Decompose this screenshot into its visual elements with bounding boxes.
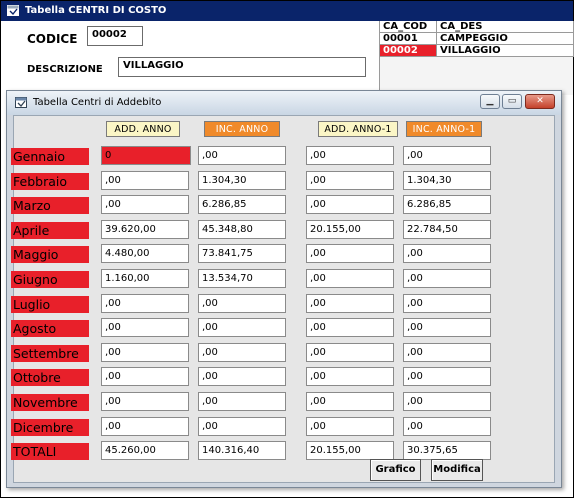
inc-anno-field[interactable]: 1.304,30 bbox=[198, 171, 286, 190]
inc-anno-1-field[interactable]: ,00 bbox=[403, 318, 491, 337]
grafico-button[interactable]: Grafico bbox=[370, 459, 421, 481]
add-anno-1-field[interactable]: ,00 bbox=[306, 294, 394, 313]
add-anno-1-field[interactable]: ,00 bbox=[306, 318, 394, 337]
grid-cell-cod[interactable]: 00001 bbox=[380, 33, 437, 45]
maximize-button[interactable]: ▭ bbox=[502, 94, 522, 109]
grid-cell-des[interactable]: CAMPEGGIO bbox=[437, 33, 574, 45]
add-anno-field[interactable]: ,00 bbox=[101, 171, 189, 190]
month-label: Luglio bbox=[11, 296, 89, 313]
add-anno-1-field[interactable]: 20.155,00 bbox=[306, 220, 394, 239]
inc-anno-field[interactable]: 45.348,80 bbox=[198, 220, 286, 239]
month-label: Giugno bbox=[11, 271, 89, 288]
add-anno-field[interactable]: ,00 bbox=[101, 392, 189, 411]
add-anno-1-field[interactable]: 20.155,00 bbox=[306, 441, 394, 460]
grid-header-row: CA_COD CA_DES bbox=[380, 21, 574, 33]
inc-anno-field[interactable]: ,00 bbox=[198, 367, 286, 386]
close-button[interactable]: ✕ bbox=[525, 94, 555, 109]
inc-anno-1-field[interactable]: ,00 bbox=[403, 269, 491, 288]
window-title: Tabella CENTRI DI COSTO bbox=[25, 5, 167, 16]
inc-anno-field[interactable]: 13.534,70 bbox=[198, 269, 286, 288]
add-anno-field[interactable]: ,00 bbox=[101, 343, 189, 362]
inc-anno-field[interactable]: 73.841,75 bbox=[198, 244, 286, 263]
header-inc-anno: INC. ANNO bbox=[204, 121, 280, 137]
month-label: Maggio bbox=[11, 246, 89, 263]
inc-anno-field[interactable]: 6.286,85 bbox=[198, 195, 286, 214]
window-icon bbox=[15, 97, 27, 108]
maximize-icon: ▭ bbox=[507, 96, 517, 106]
codice-field[interactable]: 00002 bbox=[87, 26, 143, 46]
add-anno-field[interactable]: 4.480,00 bbox=[101, 244, 189, 263]
table-row[interactable]: 00001 CAMPEGGIO bbox=[380, 33, 574, 45]
centri-di-addebito-title-bar[interactable]: Tabella Centri di Addebito ▁ ▭ ✕ bbox=[7, 91, 561, 115]
descrizione-field[interactable]: VILLAGGIO bbox=[118, 57, 366, 77]
add-anno-1-field[interactable]: ,00 bbox=[306, 367, 394, 386]
month-label: Gennaio bbox=[11, 148, 89, 165]
month-label: Agosto bbox=[11, 320, 89, 337]
table-row-selected[interactable]: 00002 VILLAGGIO bbox=[380, 45, 574, 57]
inc-anno-field[interactable]: ,00 bbox=[198, 343, 286, 362]
inc-anno-field[interactable]: ,00 bbox=[198, 146, 286, 165]
inc-anno-1-field[interactable]: 6.286,85 bbox=[403, 195, 491, 214]
inc-anno-field[interactable]: ,00 bbox=[198, 294, 286, 313]
inc-anno-1-field[interactable]: ,00 bbox=[403, 294, 491, 313]
header-add-anno: ADD. ANNO bbox=[106, 121, 180, 137]
month-label: TOTALI bbox=[11, 443, 89, 460]
codice-label: CODICE bbox=[27, 32, 78, 46]
inc-anno-1-field[interactable]: ,00 bbox=[403, 343, 491, 362]
grid-cell-cod[interactable]: 00002 bbox=[380, 45, 437, 57]
inc-anno-1-field[interactable]: ,00 bbox=[403, 417, 491, 436]
month-label: Febbraio bbox=[11, 173, 89, 190]
inc-anno-field[interactable]: ,00 bbox=[198, 318, 286, 337]
add-anno-field[interactable]: ,00 bbox=[101, 318, 189, 337]
add-anno-1-field[interactable]: ,00 bbox=[306, 269, 394, 288]
inc-anno-1-field[interactable]: 22.784,50 bbox=[403, 220, 491, 239]
inc-anno-1-field[interactable]: ,00 bbox=[403, 392, 491, 411]
month-label: Novembre bbox=[11, 394, 89, 411]
add-anno-1-field[interactable]: ,00 bbox=[306, 195, 394, 214]
close-icon: ✕ bbox=[536, 96, 544, 106]
window-title: Tabella Centri di Addebito bbox=[33, 97, 162, 108]
month-label: Dicembre bbox=[11, 419, 89, 436]
add-anno-1-field[interactable]: ,00 bbox=[306, 343, 394, 362]
inc-anno-field[interactable]: ,00 bbox=[198, 417, 286, 436]
month-label: Ottobre bbox=[11, 369, 89, 386]
header-inc-anno-1: INC. ANNO-1 bbox=[406, 121, 482, 137]
minimize-icon: ▁ bbox=[486, 96, 494, 106]
inc-anno-field[interactable]: 140.316,40 bbox=[198, 441, 286, 460]
add-anno-field[interactable]: ,00 bbox=[101, 294, 189, 313]
inc-anno-1-field[interactable]: ,00 bbox=[403, 146, 491, 165]
add-anno-1-field[interactable]: ,00 bbox=[306, 146, 394, 165]
centri-di-costo-title-bar[interactable]: Tabella CENTRI DI COSTO bbox=[1, 1, 573, 21]
inc-anno-1-field[interactable]: ,00 bbox=[403, 244, 491, 263]
inc-anno-field[interactable]: ,00 bbox=[198, 392, 286, 411]
add-anno-1-field[interactable]: ,00 bbox=[306, 417, 394, 436]
inc-anno-1-field[interactable]: ,00 bbox=[403, 367, 491, 386]
add-anno-field[interactable]: ,00 bbox=[101, 367, 189, 386]
grid-cell-des[interactable]: VILLAGGIO bbox=[437, 45, 574, 57]
grid-header-ca-des[interactable]: CA_DES bbox=[437, 21, 574, 33]
add-anno-field[interactable]: 0 bbox=[101, 146, 191, 165]
add-anno-1-field[interactable]: ,00 bbox=[306, 392, 394, 411]
centri-costo-grid[interactable]: CA_COD CA_DES 00001 CAMPEGGIO 00002 VILL… bbox=[379, 21, 574, 95]
add-anno-field[interactable]: 45.260,00 bbox=[101, 441, 189, 460]
add-anno-1-field[interactable]: ,00 bbox=[306, 171, 394, 190]
descrizione-label: DESCRIZIONE bbox=[27, 64, 103, 75]
month-label: Marzo bbox=[11, 197, 89, 214]
grid-header-ca-cod[interactable]: CA_COD bbox=[380, 21, 437, 33]
modifica-button[interactable]: Modifica bbox=[431, 459, 483, 481]
add-anno-field[interactable]: ,00 bbox=[101, 417, 189, 436]
month-label: Aprile bbox=[11, 222, 89, 239]
header-add-anno-1: ADD. ANNO-1 bbox=[318, 121, 398, 137]
inc-anno-1-field[interactable]: 1.304,30 bbox=[403, 171, 491, 190]
month-label: Settembre bbox=[11, 345, 89, 362]
minimize-button[interactable]: ▁ bbox=[480, 94, 500, 109]
add-anno-field[interactable]: 39.620,00 bbox=[101, 220, 189, 239]
inc-anno-1-field[interactable]: 30.375,65 bbox=[403, 441, 491, 460]
window-icon bbox=[7, 5, 19, 16]
add-anno-field[interactable]: 1.160,00 bbox=[101, 269, 189, 288]
add-anno-1-field[interactable]: ,00 bbox=[306, 244, 394, 263]
add-anno-field[interactable]: ,00 bbox=[101, 195, 189, 214]
